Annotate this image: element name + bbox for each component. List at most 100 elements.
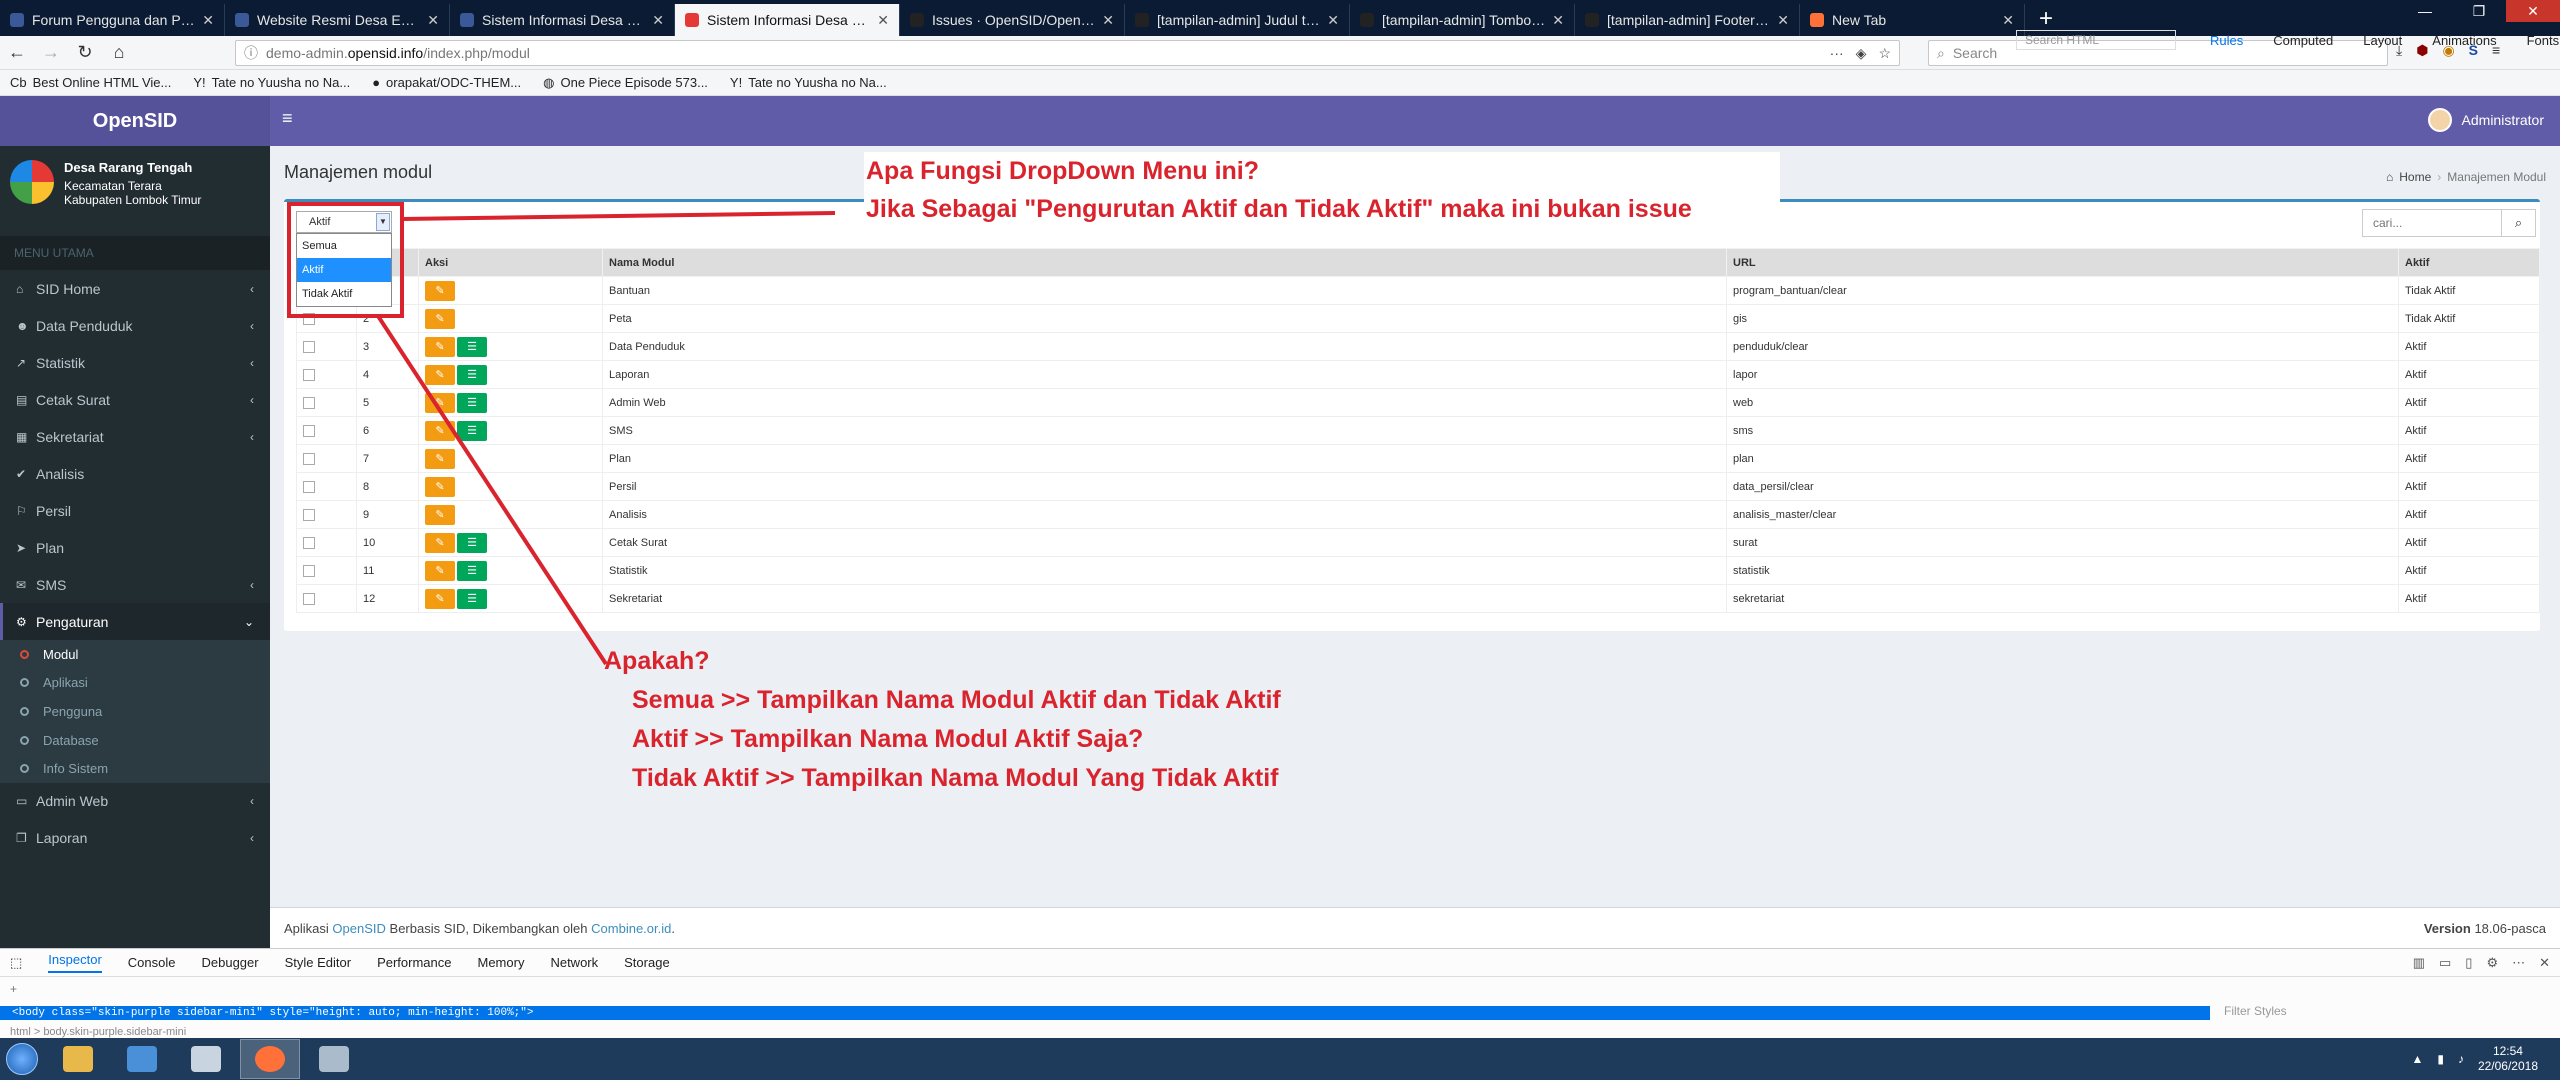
split-icon[interactable]: ▥ bbox=[2413, 955, 2425, 971]
submenu-item-pengguna[interactable]: Pengguna bbox=[0, 697, 270, 726]
page-actions-icon[interactable]: ··· bbox=[1830, 45, 1844, 62]
home-icon[interactable]: ⌂ bbox=[102, 42, 136, 63]
browser-tab[interactable]: [tampilan-admin] Footer pada ✕ bbox=[1575, 4, 1800, 36]
footer-org-link[interactable]: Combine.or.id bbox=[591, 921, 671, 936]
bookmark-item[interactable]: ● orapakat/ODC-THEM... bbox=[372, 75, 521, 90]
rules-tab-layout[interactable]: Layout bbox=[2363, 33, 2402, 48]
browser-tab[interactable]: Issues · OpenSID/OpenSID ✕ bbox=[900, 4, 1125, 36]
edit-button[interactable]: ✎ bbox=[425, 448, 455, 469]
rules-tab-animations[interactable]: Animations bbox=[2432, 33, 2496, 48]
browser-tab[interactable]: Sistem Informasi Desa Desa Embung ✕ bbox=[450, 4, 675, 36]
sidebar-item-sekretariat[interactable]: ▦ Sekretariat ‹ bbox=[0, 418, 270, 455]
devtools-tab-network[interactable]: Network bbox=[550, 955, 598, 970]
taskbar-app-3[interactable] bbox=[176, 1039, 236, 1079]
chevron-down-icon[interactable]: ▼ bbox=[376, 213, 390, 231]
filter-option[interactable]: Semua bbox=[297, 234, 391, 258]
row-checkbox[interactable] bbox=[303, 452, 315, 465]
list-button[interactable]: ☰ bbox=[457, 588, 487, 609]
bookmark-item[interactable]: Y! Tate no Yuusha no Na... bbox=[730, 75, 887, 90]
user-menu[interactable]: Administrator bbox=[2427, 108, 2544, 132]
back-icon[interactable]: ← bbox=[0, 42, 34, 63]
url-bar[interactable]: ⓘ demo-admin.opensid.info/index.php/modu… bbox=[235, 40, 1900, 66]
edit-button[interactable]: ✎ bbox=[425, 392, 455, 413]
edit-button[interactable]: ✎ bbox=[425, 560, 455, 581]
close-icon[interactable]: ✕ bbox=[1552, 12, 1564, 29]
edit-button[interactable]: ✎ bbox=[425, 476, 455, 497]
filter-option[interactable]: Aktif bbox=[297, 258, 391, 282]
settings-icon[interactable]: ⚙ bbox=[2486, 955, 2498, 971]
close-icon[interactable]: ✕ bbox=[427, 12, 439, 29]
browser-tab[interactable]: [tampilan-admin] Tombol di Si ✕ bbox=[1350, 4, 1575, 36]
sidebar-item-sid-home[interactable]: ⌂ SID Home ‹ bbox=[0, 270, 270, 307]
clock[interactable]: 12:54 22/06/2018 bbox=[2478, 1044, 2538, 1074]
row-checkbox[interactable] bbox=[303, 536, 315, 549]
list-button[interactable]: ☰ bbox=[457, 392, 487, 413]
reload-icon[interactable]: ↻ bbox=[68, 42, 102, 63]
taskbar-explorer[interactable] bbox=[48, 1039, 108, 1079]
app-logo[interactable]: OpenSID bbox=[0, 96, 270, 146]
devtools-selected-node[interactable]: <body class="skin-purple sidebar-mini" s… bbox=[0, 1006, 2210, 1020]
info-icon[interactable]: ⓘ bbox=[244, 43, 258, 63]
minimize-icon[interactable]: — bbox=[2398, 0, 2452, 22]
sidebar-item-sms[interactable]: ✉ SMS ‹ bbox=[0, 566, 270, 603]
browser-tab[interactable]: New Tab ✕ bbox=[1800, 4, 2025, 36]
taskbar-app-5[interactable] bbox=[304, 1039, 364, 1079]
submenu-item-aplikasi[interactable]: Aplikasi bbox=[0, 669, 270, 698]
edit-button[interactable]: ✎ bbox=[425, 504, 455, 525]
sidebar-toggle-icon[interactable]: ≡ bbox=[282, 108, 293, 129]
row-checkbox[interactable] bbox=[303, 340, 315, 353]
submenu-item-info-sistem[interactable]: Info Sistem bbox=[0, 754, 270, 783]
bookmark-item[interactable]: Cb Best Online HTML Vie... bbox=[10, 75, 171, 90]
window-close-icon[interactable]: ✕ bbox=[2506, 0, 2560, 22]
more-icon[interactable]: ⋯ bbox=[2512, 955, 2525, 971]
browser-tab[interactable]: Sistem Informasi Desa Desa Rarang ✕ bbox=[675, 4, 900, 36]
search-input[interactable] bbox=[2362, 209, 2502, 237]
list-button[interactable]: ☰ bbox=[457, 364, 487, 385]
sidebar-item-statistik[interactable]: ↗ Statistik ‹ bbox=[0, 344, 270, 381]
search-button[interactable]: ⌕ bbox=[2502, 209, 2536, 237]
close-icon[interactable]: ✕ bbox=[877, 12, 889, 29]
edit-button[interactable]: ✎ bbox=[425, 364, 455, 385]
devtools-tab-style-editor[interactable]: Style Editor bbox=[285, 955, 351, 970]
list-button[interactable]: ☰ bbox=[457, 420, 487, 441]
browser-tab[interactable]: Website Resmi Desa Embung Kandong ✕ bbox=[225, 4, 450, 36]
edit-button[interactable]: ✎ bbox=[425, 336, 455, 357]
row-checkbox[interactable] bbox=[303, 368, 315, 381]
network-icon[interactable]: ▮ bbox=[2437, 1052, 2444, 1066]
taskbar-app-2[interactable] bbox=[112, 1039, 172, 1079]
header-nama-modul[interactable]: Nama Modul bbox=[602, 248, 1727, 277]
submenu-item-database[interactable]: Database bbox=[0, 726, 270, 755]
sidebar-item-laporan[interactable]: ❐ Laporan ‹ bbox=[0, 820, 270, 857]
row-checkbox[interactable] bbox=[303, 564, 315, 577]
breadcrumb-home[interactable]: Home bbox=[2399, 170, 2431, 184]
devtools-tab-debugger[interactable]: Debugger bbox=[201, 955, 258, 970]
sidebar-item-data-penduduk[interactable]: ☻ Data Penduduk ‹ bbox=[0, 307, 270, 344]
taskbar-firefox[interactable] bbox=[240, 1039, 300, 1079]
tray-arrow-icon[interactable]: ▲ bbox=[2411, 1052, 2423, 1066]
forward-icon[interactable]: → bbox=[34, 42, 68, 63]
list-button[interactable]: ☰ bbox=[457, 532, 487, 553]
row-checkbox[interactable] bbox=[303, 396, 315, 409]
close-icon[interactable]: ✕ bbox=[1327, 12, 1339, 29]
rules-tab-rules[interactable]: Rules bbox=[2210, 33, 2243, 48]
close-icon[interactable]: ✕ bbox=[652, 12, 664, 29]
bookmark-item[interactable]: ◍ One Piece Episode 573... bbox=[543, 75, 708, 91]
row-checkbox[interactable] bbox=[303, 508, 315, 521]
close-icon[interactable]: ✕ bbox=[202, 12, 214, 29]
row-checkbox[interactable] bbox=[303, 424, 315, 437]
header-url[interactable]: URL bbox=[1726, 248, 2399, 277]
pick-element-icon[interactable]: ⬚ bbox=[10, 955, 22, 971]
edit-button[interactable]: ✎ bbox=[425, 308, 455, 329]
close-icon[interactable]: ✕ bbox=[1102, 12, 1114, 29]
sidebar-item-cetak-surat[interactable]: ▤ Cetak Surat ‹ bbox=[0, 381, 270, 418]
bookmark-star-icon[interactable]: ☆ bbox=[1878, 45, 1891, 62]
devtools-tab-console[interactable]: Console bbox=[128, 955, 176, 970]
edit-button[interactable]: ✎ bbox=[425, 532, 455, 553]
pocket-icon[interactable]: ◈ bbox=[1856, 45, 1867, 62]
browser-tab[interactable]: Forum Pengguna dan Pegiat OpenSID ✕ bbox=[0, 4, 225, 36]
devtools-tab-inspector[interactable]: Inspector bbox=[48, 952, 102, 973]
volume-icon[interactable]: ♪ bbox=[2458, 1052, 2464, 1066]
sidebar-item-analisis[interactable]: ✔ Analisis bbox=[0, 455, 270, 492]
close-icon[interactable]: ✕ bbox=[1777, 12, 1789, 29]
add-node-icon[interactable]: + bbox=[10, 982, 17, 996]
